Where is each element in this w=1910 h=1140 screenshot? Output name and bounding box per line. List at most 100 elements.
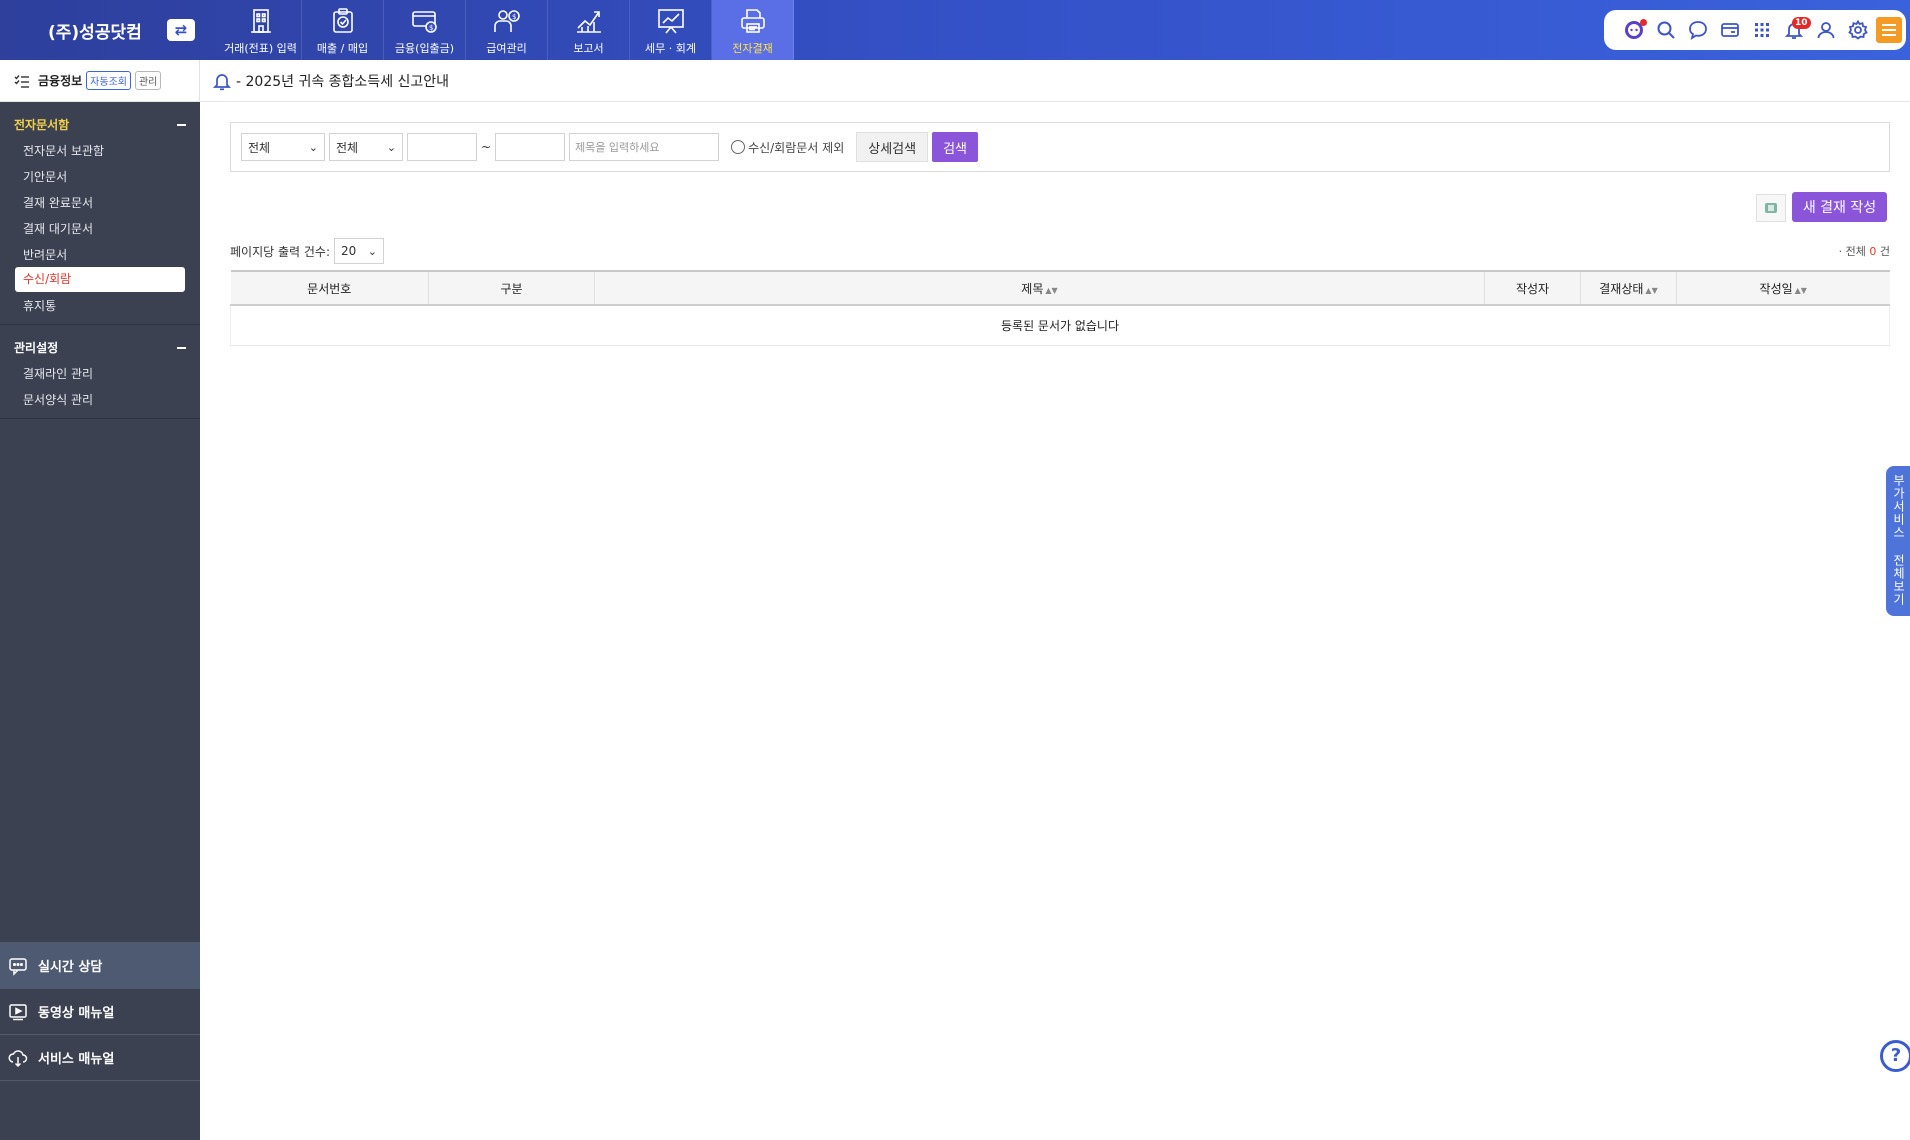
extra-services-tab[interactable]: 부가서비스 전체보기 — [1886, 466, 1910, 616]
sidebar-group-title[interactable]: 전자문서함 — [0, 110, 200, 137]
video-manual-label: 동영상 매뉴얼 — [38, 1006, 115, 1021]
exclude-received-label: 수신/회람문서 제외 — [748, 140, 845, 155]
nav-e-approval[interactable]: 전자결재 — [712, 0, 794, 60]
sidebar-item-pending[interactable]: 결재 대기문서 — [0, 215, 200, 241]
main-nav: 거래(전표) 입력 매출 / 매입 $ 금융(입출금) $ 급여관리 보고서 세… — [220, 0, 794, 60]
group-title-text: 관리설정 — [14, 341, 59, 355]
service-manual-label: 서비스 매뉴얼 — [38, 1052, 115, 1067]
hamburger-line — [1882, 29, 1896, 31]
sidebar-item-approval-line[interactable]: 결재라인 관리 — [0, 360, 200, 386]
sidebar: 금융정보 자동조회 관리 전자문서함 전자문서 보관함 기안문서 결재 완료문서… — [0, 60, 200, 1140]
notice-text[interactable]: - 2025년 귀속 종합소득세 신고안내 — [236, 71, 449, 91]
nav-label: 거래(전표) 입력 — [224, 42, 297, 55]
sort-icon[interactable]: ▲▼ — [1645, 286, 1657, 295]
help-button[interactable]: ? — [1880, 1040, 1910, 1072]
sidebar-item-doc-templates[interactable]: 문서양식 관리 — [0, 386, 200, 412]
manage-button[interactable]: 관리 — [134, 71, 162, 90]
presentation-icon — [657, 9, 684, 34]
svg-text:$: $ — [512, 13, 516, 21]
new-approval-button[interactable]: 새 결재 작성 — [1792, 192, 1887, 222]
excel-download-button[interactable] — [1756, 194, 1786, 222]
column-date[interactable]: 작성일 ▲▼ — [1676, 270, 1890, 306]
hamburger-menu-button[interactable] — [1876, 17, 1902, 43]
message-button[interactable] — [1682, 14, 1714, 46]
live-chat-button[interactable]: 실시간 상담 — [0, 942, 200, 988]
sidebar-group-title[interactable]: 관리설정 — [0, 333, 200, 360]
title-search-input[interactable]: 제목을 입력하세요 — [569, 133, 720, 161]
notice-bar[interactable]: - 2025년 귀속 종합소득세 신고안내 — [200, 60, 1910, 102]
nav-tax-accounting[interactable]: 세무 · 회계 — [630, 0, 712, 60]
search-button[interactable] — [1650, 14, 1682, 46]
account-button[interactable] — [1810, 14, 1842, 46]
column-label: 작성일 — [1759, 281, 1793, 296]
sort-icon[interactable]: ▲▼ — [1045, 286, 1057, 295]
nav-payroll[interactable]: $ 급여관리 — [466, 0, 548, 60]
card-coin-icon: $ — [411, 11, 437, 33]
service-manual-button[interactable]: 서비스 매뉴얼 — [0, 1034, 200, 1080]
column-title[interactable]: 제목 ▲▼ — [594, 270, 1485, 306]
date-range-separator: ~ — [481, 140, 492, 154]
checklist-icon — [14, 74, 29, 88]
person-coin-icon: $ — [493, 10, 520, 32]
top-bar: (주)성공닷컴 ⇄ 거래(전표) 입력 매출 / 매입 $ 금융(입출금) $ … — [0, 0, 1910, 60]
grid-icon — [1755, 23, 1769, 37]
svg-text:$: $ — [429, 24, 433, 32]
group-title-text: 전자문서함 — [14, 118, 70, 132]
nav-transaction-entry[interactable]: 거래(전표) 입력 — [220, 0, 302, 60]
video-manual-button[interactable]: 동영상 매뉴얼 — [0, 988, 200, 1034]
status-select-value: 전체 — [336, 140, 359, 155]
chatbot-alert-dot — [1640, 19, 1647, 26]
notification-button[interactable]: 10 — [1778, 14, 1811, 46]
category-select[interactable]: 전체 ⌄ — [241, 133, 325, 161]
page-size-select[interactable]: 20 ⌄ — [334, 238, 384, 264]
sidebar-item-trash[interactable]: 휴지통 — [0, 292, 200, 318]
collapse-icon[interactable] — [177, 346, 186, 349]
exclude-received-radio[interactable]: 수신/회람문서 제외 — [731, 139, 844, 156]
total-prefix: · 전체 — [1838, 245, 1866, 258]
sidebar-item-drafts[interactable]: 기안문서 — [0, 163, 200, 189]
search-button[interactable]: 검색 — [932, 132, 979, 162]
settings-button[interactable] — [1842, 14, 1874, 46]
nav-finance[interactable]: $ 금융(입출금) — [384, 0, 466, 60]
sidebar-header: 금융정보 자동조회 관리 — [0, 60, 200, 102]
chat-icon — [9, 957, 27, 976]
wallet-button[interactable] — [1714, 14, 1746, 46]
main-content: - 2025년 귀속 종합소득세 신고안내 전체 ⌄ 전체 ⌄ ~ 제목을 입력… — [200, 60, 1910, 1140]
column-label: 제목 — [1021, 281, 1044, 296]
sidebar-item-approved[interactable]: 결재 완료문서 — [0, 189, 200, 215]
sidebar-item-received[interactable]: 수신/회람 — [15, 267, 185, 292]
empty-message: 등록된 문서가 없습니다 — [230, 305, 1890, 346]
detail-search-button[interactable]: 상세검색 — [856, 132, 929, 162]
chevron-down-icon: ⌄ — [367, 244, 377, 258]
auto-lookup-button[interactable]: 자동조회 — [86, 71, 131, 90]
chatbot-button[interactable] — [1618, 14, 1650, 46]
extra-services-label: 부가서비스 전체보기 — [1891, 474, 1906, 606]
nav-label: 세무 · 회계 — [645, 42, 696, 55]
company-name[interactable]: (주)성공닷컴 — [48, 18, 142, 43]
nav-reports[interactable]: 보고서 — [548, 0, 630, 60]
nav-label: 금융(입출금) — [394, 42, 455, 55]
sidebar-item-archive[interactable]: 전자문서 보관함 — [0, 137, 200, 163]
radio-circle[interactable] — [731, 140, 746, 154]
utility-toolbar: 10 — [1604, 10, 1906, 50]
live-chat-label: 실시간 상담 — [38, 960, 103, 975]
column-status[interactable]: 결재상태 ▲▼ — [1580, 270, 1677, 306]
status-select[interactable]: 전체 ⌄ — [329, 133, 403, 161]
sidebar-group-settings: 관리설정 결재라인 관리 문서양식 관리 — [0, 325, 200, 419]
hamburger-line — [1882, 34, 1896, 36]
table-row: 등록된 문서가 없습니다 — [230, 305, 1890, 346]
sidebar-header-title: 금융정보 — [38, 74, 83, 88]
nav-sales-purchase[interactable]: 매출 / 매입 — [302, 0, 384, 60]
sidebar-item-rejected[interactable]: 반려문서 — [0, 241, 200, 267]
nav-label: 보고서 — [573, 42, 604, 55]
printer-document-icon — [740, 9, 765, 33]
sidebar-group-documents: 전자문서함 전자문서 보관함 기안문서 결재 완료문서 결재 대기문서 반려문서… — [0, 102, 200, 325]
collapse-icon[interactable] — [177, 123, 186, 126]
column-label: 결재상태 — [1599, 281, 1644, 296]
switch-company-button[interactable]: ⇄ — [167, 19, 195, 41]
total-count-number: 0 — [1869, 245, 1877, 258]
start-date-input[interactable] — [407, 133, 477, 161]
sort-icon[interactable]: ▲▼ — [1795, 286, 1807, 295]
end-date-input[interactable] — [495, 133, 566, 161]
apps-button[interactable] — [1746, 14, 1778, 46]
